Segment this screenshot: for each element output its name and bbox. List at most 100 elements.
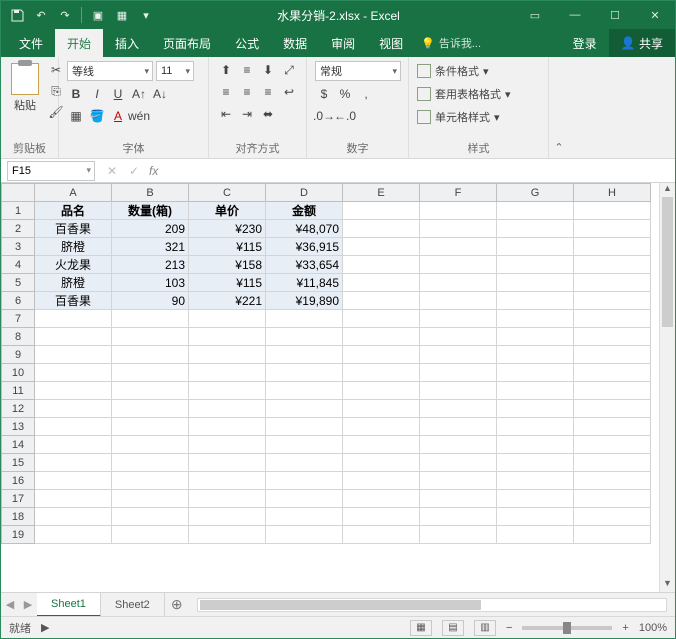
percent-icon[interactable]: %: [336, 85, 354, 103]
cell-B3[interactable]: 321: [112, 238, 189, 256]
cell-F8[interactable]: [420, 328, 497, 346]
cell-C18[interactable]: [189, 508, 266, 526]
cell-E4[interactable]: [343, 256, 420, 274]
cell-H14[interactable]: [574, 436, 651, 454]
col-header-D[interactable]: D: [266, 184, 343, 202]
cell-C1[interactable]: 单价: [189, 202, 266, 220]
cell-F3[interactable]: [420, 238, 497, 256]
cell-G13[interactable]: [497, 418, 574, 436]
cell-F1[interactable]: [420, 202, 497, 220]
name-box[interactable]: F15: [7, 161, 95, 181]
cell-C19[interactable]: [189, 526, 266, 544]
cell-H7[interactable]: [574, 310, 651, 328]
row-header-17[interactable]: 17: [2, 490, 35, 508]
cell-C3[interactable]: ¥115: [189, 238, 266, 256]
cell-B5[interactable]: 103: [112, 274, 189, 292]
page-layout-icon[interactable]: ▤: [442, 620, 464, 636]
cell-B1[interactable]: 数量(箱): [112, 202, 189, 220]
cell-D4[interactable]: ¥33,654: [266, 256, 343, 274]
cell-C8[interactable]: [189, 328, 266, 346]
cell-B14[interactable]: [112, 436, 189, 454]
cell-F5[interactable]: [420, 274, 497, 292]
cell-G6[interactable]: [497, 292, 574, 310]
cell-E9[interactable]: [343, 346, 420, 364]
row-header-7[interactable]: 7: [2, 310, 35, 328]
cell-G8[interactable]: [497, 328, 574, 346]
cell-F19[interactable]: [420, 526, 497, 544]
cell-H12[interactable]: [574, 400, 651, 418]
cell-B15[interactable]: [112, 454, 189, 472]
cell-C2[interactable]: ¥230: [189, 220, 266, 238]
row-header-1[interactable]: 1: [2, 202, 35, 220]
zoom-in-icon[interactable]: +: [622, 622, 628, 634]
currency-icon[interactable]: $: [315, 85, 333, 103]
cell-F7[interactable]: [420, 310, 497, 328]
cell-F18[interactable]: [420, 508, 497, 526]
cell-H10[interactable]: [574, 364, 651, 382]
cell-G11[interactable]: [497, 382, 574, 400]
cell-D19[interactable]: [266, 526, 343, 544]
align-middle-icon[interactable]: ≡: [238, 61, 256, 79]
shrink-font-icon[interactable]: A↓: [151, 85, 169, 103]
cell-B8[interactable]: [112, 328, 189, 346]
normal-view-icon[interactable]: ▦: [410, 620, 432, 636]
row-header-3[interactable]: 3: [2, 238, 35, 256]
increase-indent-icon[interactable]: ⇥: [238, 105, 256, 123]
select-all-corner[interactable]: [2, 184, 35, 202]
cell-C15[interactable]: [189, 454, 266, 472]
cell-A14[interactable]: [35, 436, 112, 454]
cell-B11[interactable]: [112, 382, 189, 400]
row-header-11[interactable]: 11: [2, 382, 35, 400]
cell-E17[interactable]: [343, 490, 420, 508]
cell-E18[interactable]: [343, 508, 420, 526]
cell-E8[interactable]: [343, 328, 420, 346]
cell-E14[interactable]: [343, 436, 420, 454]
ribbon-collapse-icon[interactable]: ⌃: [549, 57, 569, 158]
cell-G4[interactable]: [497, 256, 574, 274]
row-header-18[interactable]: 18: [2, 508, 35, 526]
cell-B10[interactable]: [112, 364, 189, 382]
cell-E11[interactable]: [343, 382, 420, 400]
ribbon-display-icon[interactable]: ▭: [515, 1, 555, 29]
scroll-up-icon[interactable]: ▲: [660, 183, 675, 197]
fill-color-icon[interactable]: 🪣: [88, 107, 106, 125]
row-header-19[interactable]: 19: [2, 526, 35, 544]
save-icon[interactable]: [7, 5, 27, 25]
col-header-B[interactable]: B: [112, 184, 189, 202]
minimize-icon[interactable]: —: [555, 1, 595, 29]
wrap-text-icon[interactable]: ↩: [280, 83, 298, 101]
col-header-F[interactable]: F: [420, 184, 497, 202]
cell-G15[interactable]: [497, 454, 574, 472]
cell-D17[interactable]: [266, 490, 343, 508]
cell-E12[interactable]: [343, 400, 420, 418]
row-header-12[interactable]: 12: [2, 400, 35, 418]
cell-A6[interactable]: 百香果: [35, 292, 112, 310]
cell-F16[interactable]: [420, 472, 497, 490]
camera-icon[interactable]: ▣: [88, 5, 108, 25]
cell-G17[interactable]: [497, 490, 574, 508]
cell-B19[interactable]: [112, 526, 189, 544]
cell-D16[interactable]: [266, 472, 343, 490]
italic-icon[interactable]: I: [88, 85, 106, 103]
cell-C7[interactable]: [189, 310, 266, 328]
cell-D5[interactable]: ¥11,845: [266, 274, 343, 292]
cell-D11[interactable]: [266, 382, 343, 400]
cell-E3[interactable]: [343, 238, 420, 256]
cell-D10[interactable]: [266, 364, 343, 382]
cell-A17[interactable]: [35, 490, 112, 508]
cell-H17[interactable]: [574, 490, 651, 508]
decrease-decimal-icon[interactable]: ←.0: [336, 107, 354, 125]
cell-E5[interactable]: [343, 274, 420, 292]
zoom-out-icon[interactable]: −: [506, 622, 512, 634]
orientation-icon[interactable]: ⤢: [280, 61, 298, 79]
cell-H15[interactable]: [574, 454, 651, 472]
cell-G5[interactable]: [497, 274, 574, 292]
cell-C9[interactable]: [189, 346, 266, 364]
decrease-indent-icon[interactable]: ⇤: [217, 105, 235, 123]
align-right-icon[interactable]: ≡: [259, 83, 277, 101]
cell-C16[interactable]: [189, 472, 266, 490]
cell-A3[interactable]: 脐橙: [35, 238, 112, 256]
cell-D6[interactable]: ¥19,890: [266, 292, 343, 310]
undo-icon[interactable]: ↶: [31, 5, 51, 25]
row-header-15[interactable]: 15: [2, 454, 35, 472]
